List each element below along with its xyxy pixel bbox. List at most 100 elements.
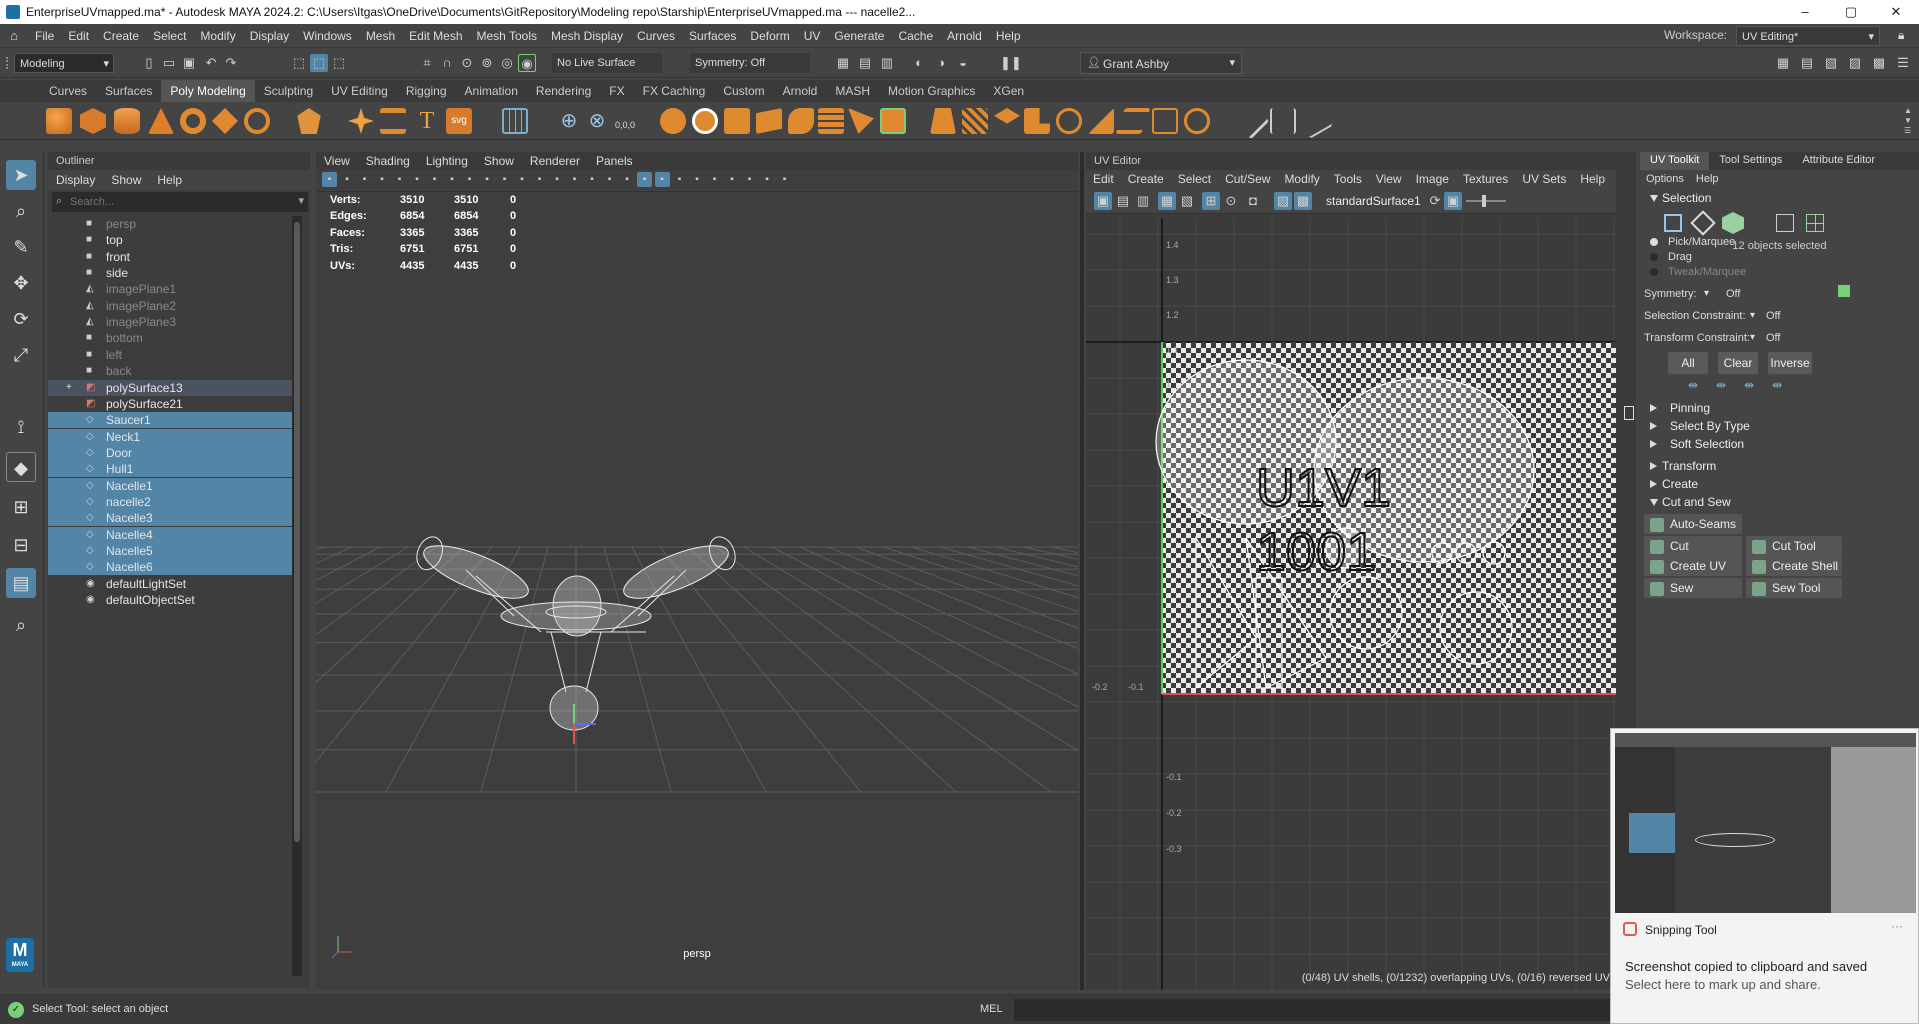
shelf-tab-poly-modeling[interactable]: Poly Modeling [161, 80, 255, 102]
outliner-item-nacelle4[interactable]: ◇ Nacelle4 [48, 526, 296, 543]
chevron-down-icon[interactable]: ▾ [298, 194, 304, 207]
paint-select-icon[interactable]: ✎ [6, 232, 36, 262]
cut-sew-sew-button[interactable]: Sew [1644, 578, 1742, 598]
cut-sew-cut-button[interactable]: Cut [1644, 536, 1742, 556]
mirror-icon[interactable] [962, 108, 988, 134]
modeling-toolkit-icon[interactable]: ▦ [1774, 54, 1792, 72]
single-layout-icon[interactable]: ◆ [6, 452, 36, 482]
poly-torus-icon[interactable] [180, 108, 206, 134]
user-account-button[interactable]: 👤︎ Grant Ashby ▾ [1080, 52, 1242, 74]
outliner-search[interactable]: ⌕ ▾ [52, 192, 308, 212]
uv-menu-cut-sew[interactable]: Cut/Sew [1218, 172, 1277, 186]
wireframe-icon[interactable]: ▪ [532, 172, 547, 187]
safe-action-icon[interactable]: ▪ [445, 172, 460, 187]
default-material-icon[interactable]: ▪ [567, 172, 582, 187]
xray-joints-icon[interactable]: ▪ [515, 172, 530, 187]
shelf-tab-sculpting[interactable]: Sculpting [255, 80, 322, 102]
outliner-item-persp[interactable]: ■ persp [48, 216, 296, 232]
shadows-icon[interactable]: ▪ [620, 172, 635, 187]
shelf-tab-motion-graphics[interactable]: Motion Graphics [879, 80, 984, 102]
grow-shrink-icons[interactable]: ⇹⇹⇹⇹ [1688, 378, 1800, 392]
poly-cylinder-icon[interactable] [114, 108, 140, 134]
menu-edit[interactable]: Edit [61, 29, 96, 43]
lock-icon[interactable]: 🔒︎ [1898, 28, 1904, 43]
outliner-menu-display[interactable]: Display [48, 173, 103, 187]
uv-grid-icon[interactable]: ⊞ [1202, 192, 1220, 210]
uv-editing-layout-icon[interactable]: ▤ [6, 568, 36, 598]
menu-uv[interactable]: UV [797, 29, 828, 43]
section-select-by-type[interactable]: Select By Type [1640, 416, 1919, 436]
grease-pencil-icon[interactable]: ▪ [742, 172, 757, 187]
move-tool-icon[interactable]: ✥ [6, 268, 36, 298]
camera-icon[interactable]: ▪ [322, 172, 337, 187]
textured-icon[interactable]: ▪ [585, 172, 600, 187]
pause-icon[interactable]: ❚❚ [1000, 54, 1022, 72]
cut-sew-auto-seams-button[interactable]: Auto-Seams [1644, 514, 1742, 534]
use-lights-icon[interactable]: ▪ [602, 172, 617, 187]
uv-flip-icon[interactable]: ▤ [1114, 192, 1132, 210]
motion-blur-icon[interactable]: ▪ [654, 172, 670, 187]
safe-title-icon[interactable]: ▪ [462, 172, 477, 187]
menu-surfaces[interactable]: Surfaces [682, 29, 743, 43]
outliner-item-left[interactable]: ■ left [48, 347, 296, 363]
shelf-tab-curves[interactable]: Curves [40, 80, 96, 102]
shelf-tab-rigging[interactable]: Rigging [397, 80, 456, 102]
resolution-gate-icon[interactable]: ▪ [392, 172, 407, 187]
viewport-menu-show[interactable]: Show [476, 154, 522, 168]
uv-component-edge-icon[interactable] [1690, 210, 1716, 236]
shelf-scroll-icon[interactable]: ▲ ▼ ☰ [1904, 106, 1912, 136]
uv-side-toggle-icon[interactable] [1624, 406, 1634, 420]
hud-icon[interactable]: ▪ [707, 172, 722, 187]
viewport-menu-lighting[interactable]: Lighting [418, 154, 476, 168]
snap-curve-icon[interactable]: ∩ [438, 54, 456, 72]
shelf-tab-surfaces[interactable]: Surfaces [96, 80, 161, 102]
symmetry-field[interactable]: Symmetry: Off [690, 53, 810, 73]
section-pinning[interactable]: Pinning [1640, 398, 1919, 418]
outliner-item-defaultlightset[interactable]: ◉ defaultLightSet [48, 576, 296, 592]
outliner-item-defaultobjectset[interactable]: ◉ defaultObjectSet [48, 592, 296, 608]
uv-menu-tools[interactable]: Tools [1327, 172, 1369, 186]
smooth-shade-icon[interactable]: ▪ [550, 172, 565, 187]
scale-tool-icon[interactable]: ⤢ [6, 340, 36, 370]
snap-grid-icon[interactable]: ⌗ [418, 54, 436, 72]
chevron-down-icon[interactable]: ▾ [1750, 310, 1755, 321]
checker-map-icon[interactable]: ▩ [1294, 192, 1312, 210]
selection-constraint-value[interactable]: Off [1766, 310, 1780, 322]
target-weld-icon[interactable] [1056, 108, 1082, 134]
snap-view-icon[interactable]: ⊚ [478, 54, 496, 72]
rotate-tool-icon[interactable]: ⟳ [6, 304, 36, 334]
minimize-button[interactable]: – [1782, 0, 1828, 24]
transform-constraint-value[interactable]: Off [1766, 332, 1780, 344]
menu-mesh[interactable]: Mesh [359, 29, 402, 43]
menu-cache[interactable]: Cache [891, 29, 940, 43]
uv-component-face-icon[interactable] [1722, 212, 1744, 234]
section-soft-selection[interactable]: Soft Selection [1640, 434, 1919, 454]
select-hierarchy-icon[interactable]: ⬚ [290, 54, 308, 72]
perspective-viewport[interactable]: View Shading Lighting Show Renderer Panels ▪ ▪… [316, 152, 1078, 990]
uv-component-uv-icon[interactable] [1776, 214, 1794, 232]
outliner-item-top[interactable]: ■ top [48, 232, 296, 248]
chevron-down-icon[interactable]: ▾ [1750, 332, 1755, 343]
viewport-menu-shading[interactable]: Shading [358, 154, 418, 168]
isolate-icon[interactable]: ▪ [725, 172, 740, 187]
render-view-icon[interactable]: ▦ [834, 54, 852, 72]
outliner-item-side[interactable]: ■ side [48, 265, 296, 281]
menu-set-select[interactable]: Modeling ▾ [14, 53, 114, 73]
outliner-item-bottom[interactable]: ■ bottom [48, 330, 296, 346]
shelf-tab-fx[interactable]: FX [600, 80, 633, 102]
render-settings-icon[interactable]: ◐ [910, 54, 928, 72]
outliner-item-nacelle6[interactable]: ◇ Nacelle6 [48, 559, 296, 576]
combine-icon[interactable] [660, 108, 686, 134]
outliner-item-saucer1[interactable]: ◇ Saucer1 [48, 412, 296, 429]
menu-arnold[interactable]: Arnold [940, 29, 989, 43]
grid-toggle-icon[interactable]: ▪ [357, 172, 372, 187]
uv-shell-icon[interactable] [1806, 214, 1824, 232]
expand-icon[interactable]: + [66, 380, 72, 396]
tool-settings-icon[interactable]: ▧ [1822, 54, 1840, 72]
field-chart-icon[interactable]: ▪ [427, 172, 442, 187]
outliner-scrollbar[interactable] [292, 216, 302, 976]
poly-sphere-icon[interactable] [46, 108, 72, 134]
pane-splitter[interactable] [1080, 152, 1084, 990]
select-tool-icon[interactable]: ➤ [6, 160, 36, 190]
outliner-item-nacelle3[interactable]: ◇ Nacelle3 [48, 510, 296, 527]
